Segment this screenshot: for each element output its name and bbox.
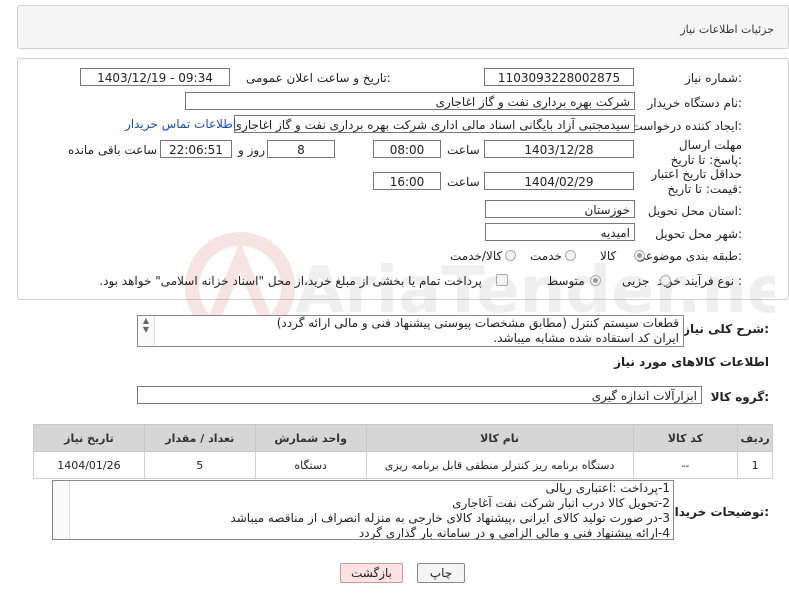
days-remaining-field[interactable]: 8 (267, 140, 335, 158)
col-qty: تعداد / مقدار (143, 424, 256, 452)
table-row[interactable]: 1 -- دستگاه برنامه ریز کنترلر منطقی قابل… (33, 451, 773, 479)
cell-code: -- (632, 451, 739, 479)
treasury-payment-note: پرداخت تمام یا بخشی از مبلغ خرید،از محل … (99, 274, 482, 288)
col-row: ردیف (737, 424, 773, 452)
creator-label: ایجاد کننده درخواست: (631, 119, 742, 133)
contact-buyer-link[interactable]: اطلاعات تماس خریدار (125, 117, 236, 131)
goods-table: ردیف کد کالا نام کالا واحد شمارش تعداد /… (33, 424, 773, 479)
page-title: جزئیات اطلاعات نیاز (680, 23, 774, 36)
description-label: شرح کلی نیاز: (683, 322, 769, 336)
announce-label: تاریخ و ساعت اعلان عمومی: (246, 71, 391, 85)
purchase-option-medium: متوسط (547, 274, 585, 288)
cell-date: 1404/01/26 (33, 451, 145, 479)
buyer-note-line-3: 3-در صورت تولید کالای ایرانی ،پیشنهاد کا… (230, 511, 670, 525)
creator-field[interactable]: سیدمجتبی آزاد بایگانی اسناد مالی اداری ش… (234, 115, 635, 133)
scroll-arrows-icon: ▲ ▼ (142, 316, 150, 334)
category-radio-service[interactable] (565, 250, 576, 261)
col-date: تاریخ نیاز (33, 424, 145, 452)
buyer-notes-textarea[interactable]: 1-پرداخت :اعتباری ریالی 2-تحویل کالا درب… (52, 480, 674, 540)
deadline-label: مهلت ارسال پاسخ: تا تاریخ: (670, 138, 742, 167)
goods-section-title: اطلاعات کالاهای مورد نیاز (614, 355, 769, 369)
buyer-note-line-1: 1-پرداخت :اعتباری ریالی (545, 481, 670, 495)
buyer-notes-label: توضیحات خریدار: (667, 505, 769, 519)
deadline-time-field[interactable]: 08:00 (373, 140, 441, 158)
price-validity-time-field[interactable]: 16:00 (373, 172, 441, 190)
category-radio-goods[interactable] (634, 250, 645, 261)
cell-qty: 5 (143, 451, 256, 479)
remaining-label: ساعت باقی مانده (68, 143, 158, 157)
description-line-1: قطعات سیستم کنترل (مطابق مشخصات پیوستی پ… (276, 316, 679, 330)
buyer-note-line-2: 2-تحویل کالا درب انبار شرکت نفت آغاجاری (452, 496, 670, 510)
cell-row: 1 (737, 451, 773, 479)
purchase-radio-medium[interactable] (590, 275, 601, 286)
goods-table-header: ردیف کد کالا نام کالا واحد شمارش تعداد /… (33, 424, 773, 452)
buyer-org-field[interactable]: شرکت بهره برداری نفت و گاز اغاجاری (185, 92, 635, 110)
col-unit: واحد شمارش (254, 424, 367, 452)
category-option-goods: کالا (600, 249, 617, 263)
category-label: طبقه بندی موضوعی: (635, 249, 742, 263)
category-radio-both[interactable] (505, 250, 516, 261)
buyer-org-label: نام دستگاه خریدار: (647, 96, 743, 110)
buyer-notes-scrollbar[interactable] (53, 481, 70, 539)
city-field[interactable]: امیدیه (485, 223, 635, 241)
days-and-label: روز و (238, 143, 265, 157)
goods-group-label: گروه کالا: (710, 390, 769, 404)
deadline-date-field[interactable]: 1403/12/28 (484, 140, 634, 158)
print-button[interactable]: چاپ (417, 563, 465, 583)
price-validity-time-label: ساعت (447, 175, 480, 189)
province-field[interactable]: خوزستان (485, 200, 635, 218)
treasury-payment-checkbox[interactable] (496, 274, 508, 286)
need-number-field[interactable]: 1103093228002875 (484, 68, 634, 86)
description-line-2: ایران کد استفاده شده مشابه میباشد. (493, 331, 679, 345)
col-name: نام کالا (365, 424, 634, 452)
city-label: شهر محل تحویل: (655, 227, 742, 241)
header-panel: جزئیات اطلاعات نیاز (17, 5, 789, 49)
category-option-service: خدمت (530, 249, 562, 263)
remaining-time-field[interactable]: 22:06:51 (160, 140, 232, 158)
announce-field[interactable]: 1403/12/19 - 09:34 (80, 68, 230, 86)
category-option-both: کالا/خدمت (450, 249, 503, 263)
price-validity-date-field[interactable]: 1404/02/29 (484, 172, 634, 190)
goods-group-field[interactable]: ابزارآلات اندازه گیری (137, 386, 702, 404)
col-code: کد کالا (632, 424, 739, 452)
province-label: استان محل تحویل: (647, 204, 742, 218)
price-validity-label: حداقل تاریخ اعتبار قیمت: تا تاریخ: (651, 167, 742, 196)
description-textarea[interactable]: ▲ ▼ قطعات سیستم کنترل (مطابق مشخصات پیوست… (137, 315, 684, 347)
purchase-option-minor: جزیی (622, 274, 650, 288)
buyer-note-line-4: 4-ارائه پیشنهاد فنی و مالی الزامی و در س… (358, 526, 670, 540)
description-scrollbar[interactable]: ▲ ▼ (138, 316, 155, 346)
cell-unit: دستگاه (254, 451, 367, 479)
deadline-time-label: ساعت (447, 143, 480, 157)
purchase-radio-minor[interactable] (660, 275, 671, 286)
cell-name: دستگاه برنامه ریز کنترلر منطقی قابل برنا… (365, 451, 634, 479)
back-button[interactable]: بازگشت (340, 563, 403, 583)
need-number-label: شماره نیاز: (684, 71, 742, 85)
